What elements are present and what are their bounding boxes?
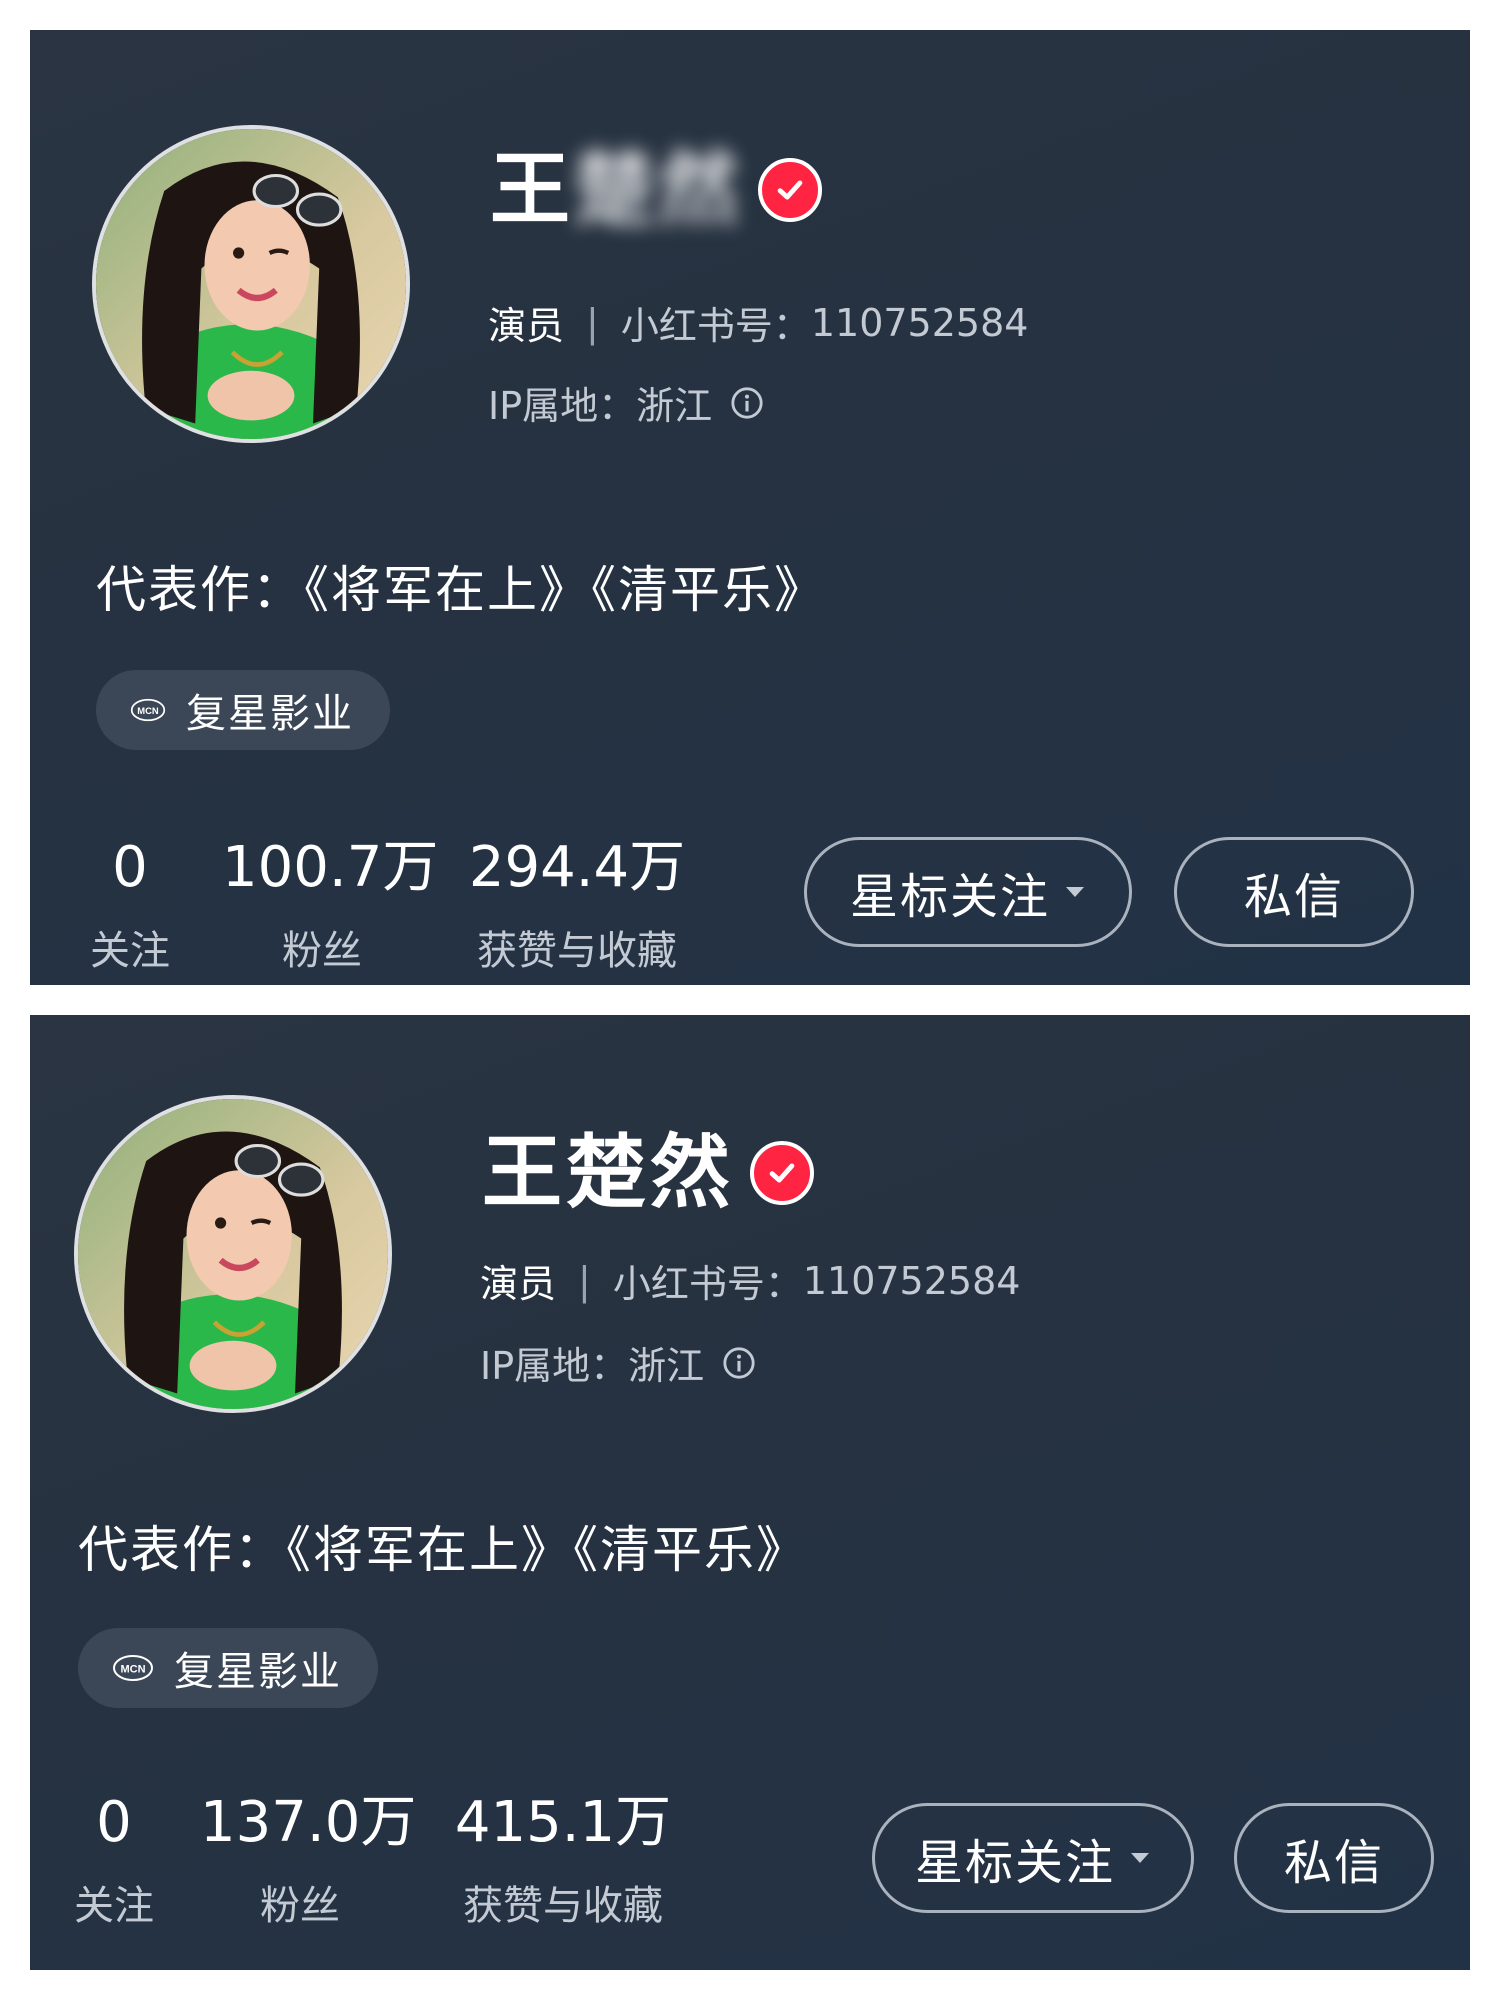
avatar-photo [96, 129, 406, 439]
ip-value: 浙江 [628, 1344, 705, 1388]
info-circle-icon[interactable] [722, 1346, 756, 1380]
mcn-name: 复星影业 [186, 691, 354, 737]
stat-label: 粉丝 [282, 928, 362, 974]
stat-following[interactable]: 0 关注 [80, 840, 180, 976]
svg-text:MCN: MCN [120, 1664, 145, 1676]
user-id-value[interactable]: 110752584 [803, 1259, 1021, 1303]
avatar[interactable] [74, 1095, 392, 1413]
stat-value: 137.0万 [200, 1790, 417, 1855]
mcn-name: 复星影业 [174, 1649, 342, 1695]
stat-label: 关注 [74, 1883, 154, 1929]
stat-value: 294.4万 [468, 835, 686, 900]
works-titles: 《将军在上》《清平乐》 [304, 561, 826, 619]
works-label: 代表作： [78, 1521, 286, 1579]
meta-row: 演员 | 小红书号： 110752584 [488, 295, 1028, 350]
stat-followers[interactable]: 100.7万 粉丝 [222, 835, 439, 976]
stat-value: 415.1万 [454, 1790, 672, 1855]
stat-label: 获赞与收藏 [477, 928, 677, 974]
star-follow-button[interactable]: 星标关注 [872, 1803, 1194, 1913]
ip-value: 浙江 [636, 384, 713, 428]
profile-name: 王楚然 [482, 1126, 734, 1219]
ip-location-row: IP属地： 浙江 [488, 375, 764, 430]
separator: | [586, 300, 599, 345]
separator: | [578, 1258, 591, 1303]
avatar[interactable] [92, 125, 410, 443]
avatar-photo [78, 1099, 388, 1409]
message-button[interactable]: 私信 [1234, 1803, 1434, 1913]
stat-label: 关注 [90, 928, 170, 974]
stat-likes-collections[interactable]: 294.4万 获赞与收藏 [462, 840, 692, 976]
user-id-value[interactable]: 110752584 [811, 301, 1029, 345]
representative-works: 代表作：《将军在上》《清平乐》 [78, 1510, 808, 1582]
user-id-label: 小红书号： [612, 1262, 803, 1306]
stat-value: 0 [96, 1790, 132, 1855]
stat-label: 获赞与收藏 [463, 1883, 663, 1929]
mcn-icon: MCN [113, 1655, 153, 1681]
svg-text:MCN: MCN [137, 705, 159, 716]
verified-check-icon [758, 158, 822, 222]
stat-value: 100.7万 [222, 835, 439, 900]
role-label: 演员 [488, 304, 565, 348]
name-row: 王楚然 [482, 1133, 814, 1213]
profile-name-blurred: 楚然 [574, 143, 742, 236]
mcn-tag[interactable]: MCN 复星影业 [96, 670, 390, 750]
caret-down-icon [1066, 887, 1084, 897]
user-id-label: 小红书号： [620, 304, 811, 348]
caret-down-icon [1131, 1853, 1149, 1863]
stat-label: 粉丝 [260, 1883, 340, 1929]
message-label: 私信 [1243, 869, 1344, 925]
stat-following[interactable]: 0 关注 [64, 1795, 164, 1931]
role-label: 演员 [480, 1262, 557, 1306]
meta-row: 演员 | 小红书号： 110752584 [480, 1253, 1020, 1308]
stat-value: 0 [112, 835, 148, 900]
star-follow-label: 星标关注 [914, 1835, 1115, 1891]
star-follow-label: 星标关注 [849, 869, 1050, 925]
mcn-icon: MCN [130, 698, 166, 722]
name-row: 王楚然 [490, 150, 822, 230]
mcn-tag[interactable]: MCN 复星影业 [78, 1628, 378, 1708]
message-button[interactable]: 私信 [1174, 837, 1414, 947]
profile-name-visible: 王 [490, 143, 574, 236]
profile-name: 王楚然 [490, 150, 742, 230]
ip-label: IP属地： [488, 384, 637, 428]
profile-header-panel-2: 王楚然 演员 | 小红书号： 110752584 IP属地： 浙江 代表作：《将… [30, 1015, 1470, 1970]
stat-likes-collections[interactable]: 415.1万 获赞与收藏 [438, 1795, 688, 1931]
ip-location-row: IP属地： 浙江 [480, 1335, 756, 1390]
works-label: 代表作： [96, 561, 304, 619]
ip-label: IP属地： [480, 1344, 629, 1388]
verified-check-icon [750, 1141, 814, 1205]
works-titles: 《将军在上》《清平乐》 [286, 1521, 808, 1579]
info-circle-icon[interactable] [730, 386, 764, 420]
profile-header-panel-1: 王楚然 演员 | 小红书号： 110752584 IP属地： 浙江 代表作：《将… [30, 30, 1470, 985]
stat-followers[interactable]: 137.0万 粉丝 [200, 1790, 417, 1931]
star-follow-button[interactable]: 星标关注 [804, 837, 1132, 947]
message-label: 私信 [1283, 1835, 1384, 1891]
representative-works: 代表作：《将军在上》《清平乐》 [96, 550, 826, 622]
